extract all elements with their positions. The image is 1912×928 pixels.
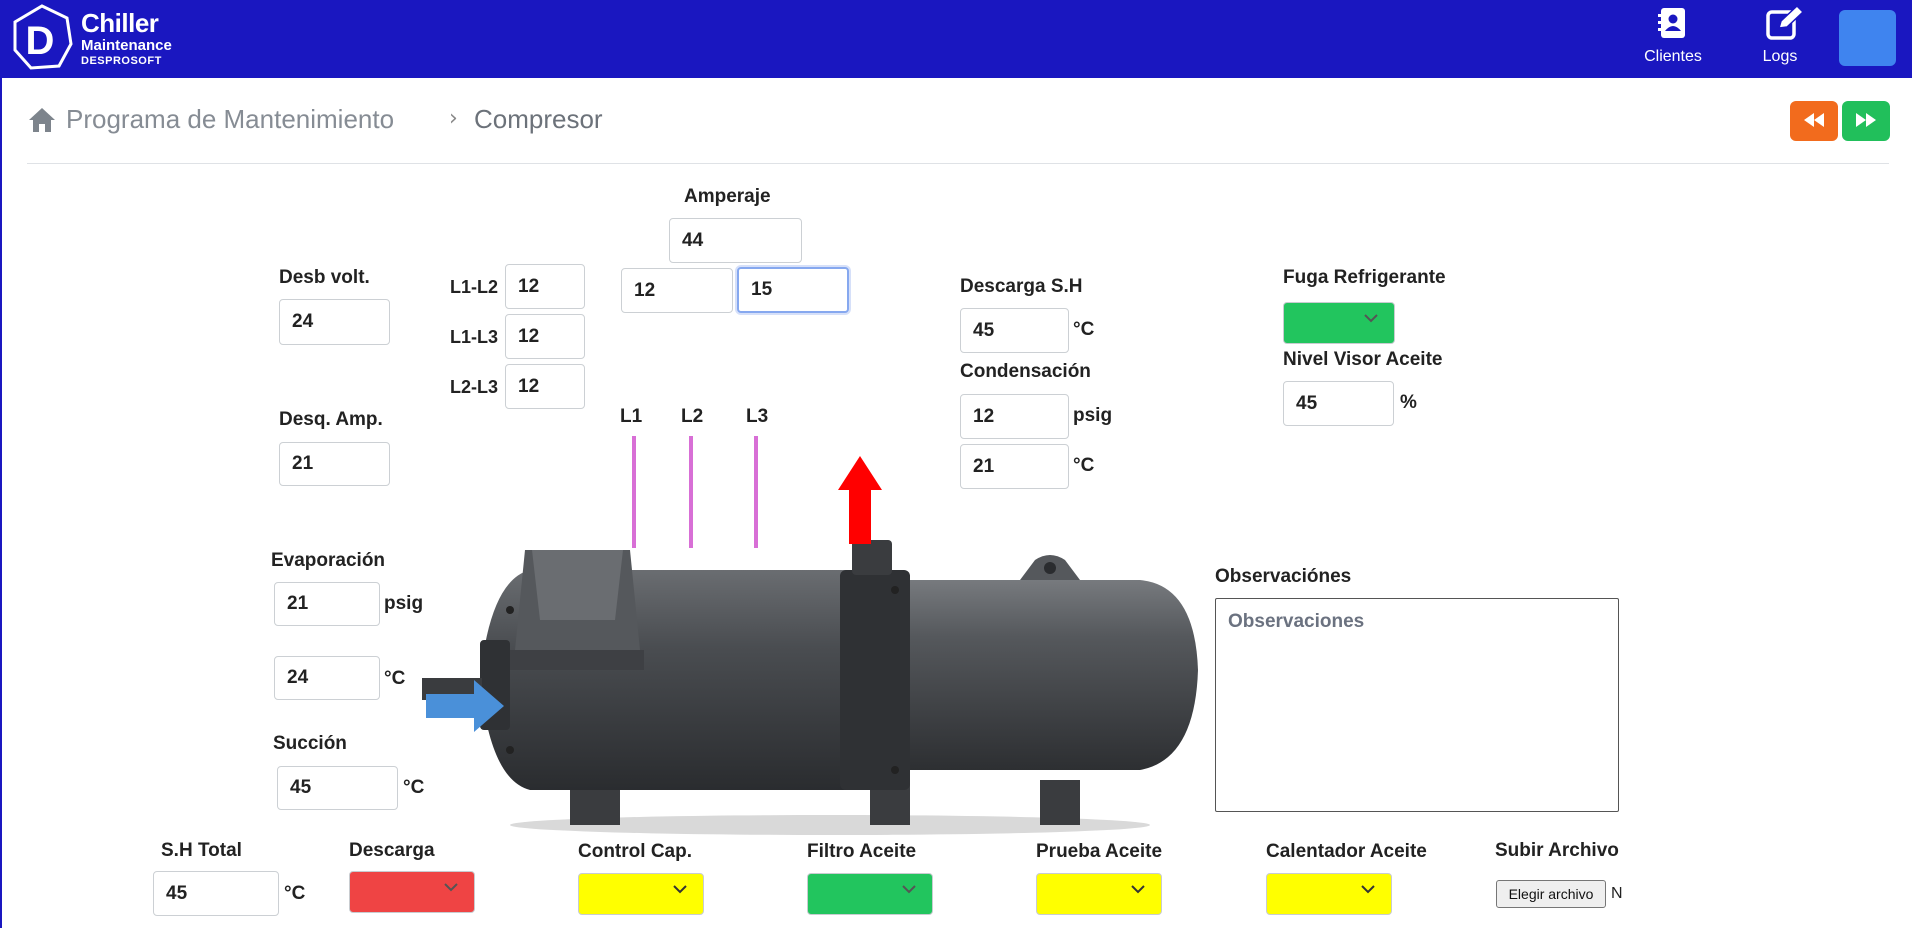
chevron-down-icon [673, 885, 687, 894]
nav-logs[interactable]: Logs [1735, 4, 1825, 70]
nivel-visor-aceite-input[interactable] [1283, 381, 1394, 426]
desq-amp-label: Desq. Amp. [279, 409, 383, 430]
fuga-refrigerante-label: Fuga Refrigerante [1283, 267, 1446, 288]
fast-backward-icon [1804, 112, 1824, 127]
l1-l3-label: L1-L3 [450, 327, 499, 347]
l2-l3-input[interactable] [505, 364, 585, 409]
breadcrumb-separator: › [449, 106, 458, 131]
descarga-sh-unit: °C [1073, 319, 1095, 340]
top-navbar [0, 0, 1912, 78]
control-cap-label: Control Cap. [578, 841, 692, 862]
user-avatar[interactable] [1839, 10, 1896, 66]
home-icon[interactable] [28, 107, 56, 133]
condensacion-temp-unit: °C [1073, 455, 1095, 476]
observaciones-textarea[interactable]: Observaciones [1215, 598, 1619, 812]
nav-clientes-label: Clientes [1644, 48, 1702, 65]
header-divider [27, 163, 1889, 164]
wire-l2 [689, 436, 693, 548]
sh-total-unit: °C [284, 883, 306, 904]
fast-forward-icon [1856, 112, 1876, 127]
condensacion-label: Condensación [960, 361, 1091, 382]
nivel-visor-aceite-unit: % [1400, 392, 1417, 413]
phase-label-l2: L2 [681, 406, 704, 427]
calentador-aceite-select[interactable] [1266, 873, 1392, 915]
succion-unit: °C [403, 777, 425, 798]
succion-label: Succión [273, 733, 347, 754]
sh-total-label: S.H Total [161, 840, 242, 861]
succion-input[interactable] [277, 766, 398, 810]
chevron-down-icon [1361, 885, 1375, 894]
amperaje-l2-input[interactable] [737, 267, 849, 313]
evaporacion-psig-input[interactable] [274, 582, 380, 626]
phase-label-l3: L3 [746, 406, 769, 427]
nivel-visor-aceite-label: Nivel Visor Aceite [1283, 349, 1443, 370]
observaciones-label: Observaciónes [1215, 566, 1352, 587]
previous-button[interactable] [1790, 101, 1838, 141]
l1-l2-input[interactable] [505, 264, 585, 309]
condensacion-temp-input[interactable] [960, 444, 1069, 489]
filtro-aceite-label: Filtro Aceite [807, 841, 917, 862]
breadcrumb-parent[interactable]: Programa de Mantenimiento [66, 104, 394, 135]
prueba-aceite-select[interactable] [1036, 873, 1162, 915]
filtro-aceite-select[interactable] [807, 873, 933, 915]
chevron-down-icon [1364, 314, 1378, 323]
chevron-down-icon [444, 883, 458, 892]
sh-total-input[interactable] [153, 871, 279, 916]
brand-line1: Chiller [81, 8, 159, 38]
suction-arrow-icon [426, 680, 504, 732]
amperaje-input[interactable] [669, 218, 802, 263]
evaporacion-label: Evaporación [271, 550, 386, 571]
brand-line3: DESPROSOFT [81, 55, 162, 67]
phase-label-l1: L1 [620, 406, 643, 427]
brand-logo-icon[interactable]: D [11, 4, 73, 72]
contacts-book-icon [1658, 8, 1685, 38]
discharge-arrow-icon [838, 456, 882, 544]
l2-l3-label: L2-L3 [450, 377, 499, 397]
condensacion-psig-unit: psig [1073, 405, 1113, 426]
l1-l2-label: L1-L2 [450, 277, 499, 297]
desq-amp-input[interactable] [279, 442, 390, 486]
evaporacion-psig-unit: psig [384, 593, 424, 614]
svg-text:D: D [26, 19, 55, 63]
condensacion-psig-input[interactable] [960, 394, 1069, 439]
descarga-sh-input[interactable] [960, 308, 1069, 353]
file-status-text: N [1611, 885, 1623, 902]
choose-file-button[interactable]: Elegir archivo [1496, 880, 1606, 908]
chevron-down-icon [1131, 885, 1145, 894]
chevron-down-icon [902, 885, 916, 894]
control-cap-select[interactable] [578, 873, 704, 915]
descarga-select[interactable] [349, 871, 475, 913]
page-left-border [0, 78, 2, 928]
descarga-sh-label: Descarga S.H [960, 276, 1083, 297]
evaporacion-temp-input[interactable] [274, 656, 380, 700]
evaporacion-temp-unit: °C [384, 668, 406, 689]
amperaje-l1-input[interactable] [621, 268, 733, 313]
wire-l3 [754, 436, 758, 548]
prueba-aceite-label: Prueba Aceite [1036, 841, 1163, 862]
nav-logs-label: Logs [1762, 48, 1798, 65]
next-button[interactable] [1842, 101, 1890, 141]
breadcrumb-current: Compresor [474, 104, 603, 134]
calentador-aceite-label: Calentador Aceite [1266, 841, 1427, 862]
l1-l3-input[interactable] [505, 314, 585, 359]
edit-note-icon [1766, 6, 1805, 40]
amperaje-label: Amperaje [684, 186, 771, 207]
nav-clientes[interactable]: Clientes [1628, 4, 1718, 70]
fuga-refrigerante-select[interactable] [1283, 302, 1395, 344]
brand-line2: Maintenance [81, 37, 172, 54]
wire-l1 [632, 436, 636, 548]
desb-volt-input[interactable] [279, 299, 390, 345]
subir-archivo-label: Subir Archivo [1495, 840, 1619, 861]
descarga-label: Descarga [349, 840, 435, 861]
desb-volt-label: Desb volt. [279, 267, 370, 288]
